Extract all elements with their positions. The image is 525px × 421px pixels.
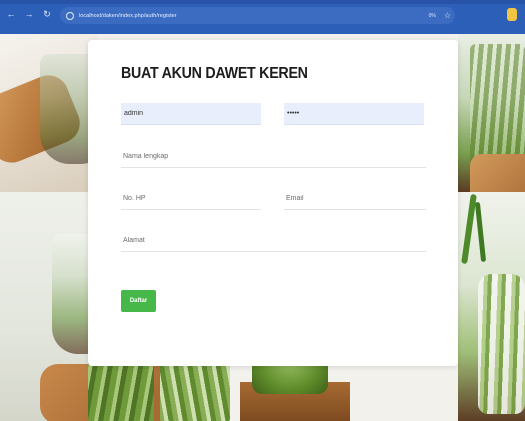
fullname-field[interactable]	[121, 146, 426, 168]
back-icon[interactable]: ←	[4, 7, 18, 21]
username-field[interactable]	[121, 103, 261, 125]
address-bar[interactable]: localhost/daken/index.php/auth/register …	[60, 7, 455, 24]
phone-field[interactable]	[121, 188, 261, 210]
address-bar-actions: 0% ☆	[429, 11, 455, 20]
register-button[interactable]: Daftar	[121, 290, 156, 312]
email-field[interactable]	[284, 188, 426, 210]
browser-toolbar: ← → ↻ localhost/daken/index.php/auth/reg…	[0, 0, 525, 34]
star-icon[interactable]: ☆	[444, 11, 451, 20]
register-card: BUAT AKUN DAWET KEREN Daftar	[88, 40, 458, 366]
extension-icon[interactable]	[507, 8, 517, 21]
url-text[interactable]: localhost/daken/index.php/auth/register	[79, 13, 177, 19]
address-field[interactable]	[121, 230, 426, 252]
forward-icon[interactable]: →	[22, 7, 36, 21]
tab-strip	[0, 0, 525, 4]
page-title: BUAT AKUN DAWET KEREN	[121, 65, 308, 82]
info-icon[interactable]	[66, 11, 74, 20]
reload-icon[interactable]: ↻	[40, 7, 54, 21]
zoom-indicator[interactable]: 0%	[429, 13, 436, 19]
password-field[interactable]	[284, 103, 424, 125]
photo-drink-cup	[478, 274, 525, 414]
